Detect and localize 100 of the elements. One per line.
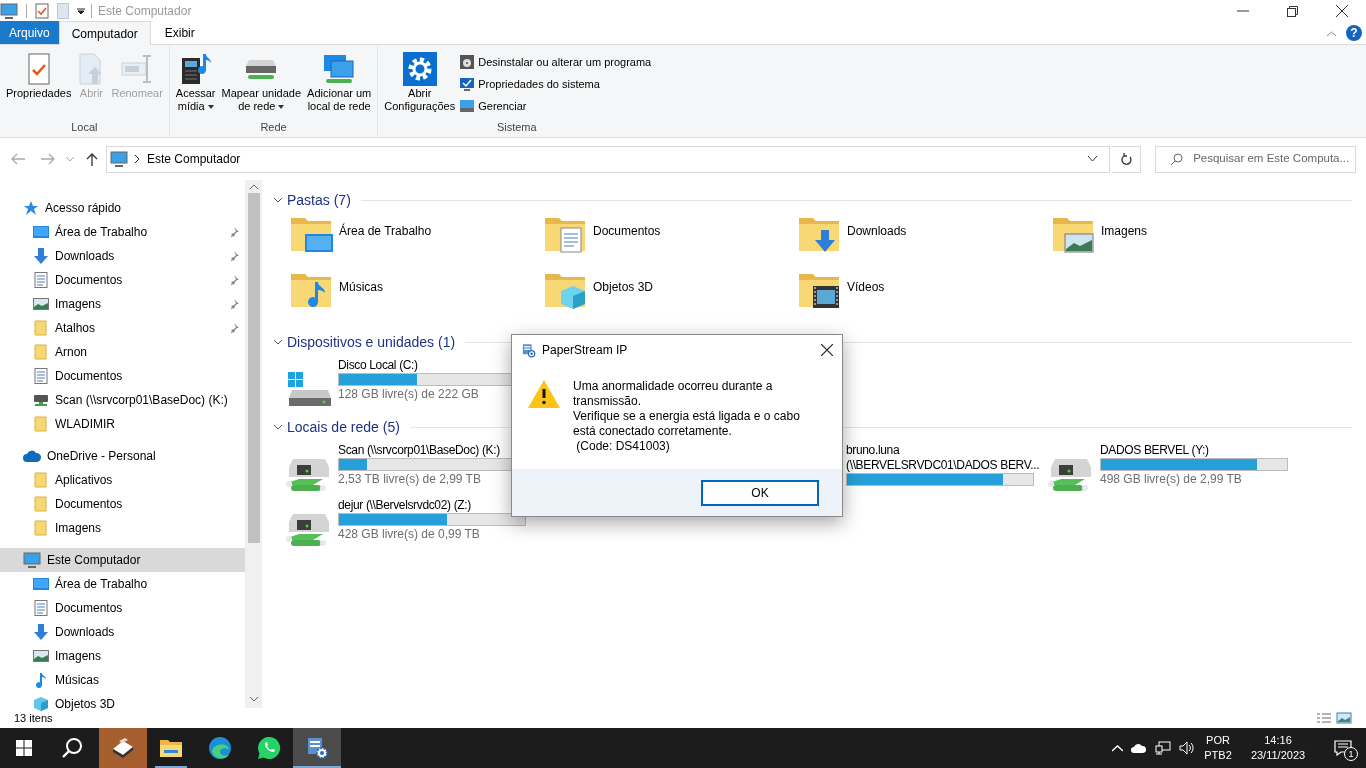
sidebar-item[interactable]: Scan (\\srvcorp01\BaseDoc) (K:) xyxy=(0,388,245,412)
download-arrow-icon xyxy=(33,624,49,640)
folder-name: Documentos xyxy=(593,223,661,240)
taskbar-app-button[interactable] xyxy=(99,728,147,768)
ribbon-tab[interactable]: Exibir xyxy=(150,21,209,44)
folder-name: Vídeos xyxy=(847,279,885,296)
sidebar-label: Imagens xyxy=(55,296,103,313)
sidebar-item[interactable]: Imagens xyxy=(0,516,245,540)
taskbar-app-button[interactable] xyxy=(293,728,341,768)
search-icon xyxy=(61,737,83,759)
sidebar-item[interactable]: Área de Trabalho xyxy=(0,220,245,244)
close-icon[interactable] xyxy=(821,344,833,356)
chevron-down-icon[interactable] xyxy=(273,422,283,432)
chevron-down-icon[interactable] xyxy=(273,337,283,347)
sidebar-label: Imagens xyxy=(55,648,103,665)
folder-tile[interactable]: Documentos xyxy=(539,212,793,268)
dropdown-chevron-icon[interactable] xyxy=(1088,156,1098,162)
drive-name: DADOS BERVEL (Y:) xyxy=(1100,443,1210,458)
sidebar-item[interactable]: Atalhos xyxy=(0,316,245,340)
sidebar-item[interactable]: Documentos xyxy=(0,364,245,388)
sidebar-item[interactable]: Downloads xyxy=(0,620,245,644)
ribbon-button[interactable]: Adicionar um local de rede xyxy=(305,51,374,117)
close-icon[interactable] xyxy=(1336,5,1348,17)
refresh-button[interactable] xyxy=(1112,145,1142,173)
file-menu-tab[interactable]: Arquivo xyxy=(0,21,59,44)
sidebar-item[interactable]: WLADIMIR xyxy=(0,412,245,436)
scroll-thumb[interactable] xyxy=(247,193,260,543)
sidebar-item[interactable]: Documentos xyxy=(0,596,245,620)
dialog-message: Uma anormalidade ocorreu durante a transmissão. xyxy=(573,379,774,409)
cloud-icon[interactable] xyxy=(1131,743,1147,753)
section-header[interactable]: Pastas (7) xyxy=(287,189,351,211)
drive-tile[interactable]: DADOS BERVEL (Y:) 498 GB livre(s) de 2,99 TB xyxy=(1047,443,1301,498)
folder-name: Objetos 3D xyxy=(593,279,654,296)
ribbon-button[interactable]: Acessar mídia xyxy=(173,51,218,117)
sidebar-item[interactable]: Documentos xyxy=(0,268,245,292)
search-field[interactable]: Pesquisar em Este Computa... xyxy=(1155,145,1356,173)
speaker-icon[interactable] xyxy=(1179,741,1196,755)
sidebar-item[interactable]: Este Computador xyxy=(0,548,245,572)
section-header[interactable]: Dispositivos e unidades (1) xyxy=(287,331,456,353)
folder-tile[interactable]: Área de Trabalho xyxy=(285,212,539,268)
sidebar-label: Documentos xyxy=(55,368,124,385)
sidebar-item[interactable]: Aplicativos xyxy=(0,468,245,492)
refresh-icon xyxy=(1120,153,1132,165)
sidebar-item[interactable]: Área de Trabalho xyxy=(0,572,245,596)
folder-tile[interactable]: Músicas xyxy=(285,268,539,324)
sidebar-label: Documentos xyxy=(55,600,124,617)
ribbon-small-button[interactable]: Propriedades do sistema xyxy=(459,74,652,94)
address-bar[interactable]: Este Computador xyxy=(105,145,1111,173)
drive-free-space: 428 GB livre(s) de 0,99 TB xyxy=(338,526,481,543)
notification-button[interactable]: 1 xyxy=(1320,728,1366,768)
help-button[interactable]: ? xyxy=(1346,25,1362,41)
ribbon-small-button[interactable]: Desinstalar ou alterar um programa xyxy=(459,52,652,72)
sidebar-label: Objetos 3D xyxy=(55,696,117,713)
sidebar-item[interactable]: Acesso rápido xyxy=(0,196,245,220)
checked-document-icon[interactable] xyxy=(35,3,49,19)
large-icons-view-icon[interactable] xyxy=(1336,712,1352,724)
ribbon-button[interactable]: Propriedades xyxy=(4,51,74,117)
chat-phone-icon xyxy=(257,736,281,760)
sidebar-item[interactable]: OneDrive - Personal xyxy=(0,444,245,468)
sidebar-item[interactable]: Músicas xyxy=(0,668,245,692)
language-indicator[interactable]: POR PTB2 xyxy=(1200,728,1236,768)
drive-free-space: 2,53 TB livre(s) de 2,99 TB xyxy=(338,471,482,488)
sidebar-label: Arnon xyxy=(55,344,89,361)
disc-box-icon xyxy=(459,54,476,70)
ribbon-small-button[interactable]: Gerenciar xyxy=(459,96,652,116)
ribbon-button[interactable]: Abrir Configurações xyxy=(382,51,458,117)
desktop-icon xyxy=(33,224,49,240)
dropdown-caret-icon[interactable] xyxy=(77,7,85,15)
sidebar-item[interactable]: Imagens xyxy=(0,292,245,316)
sidebar-item[interactable]: Arnon xyxy=(0,340,245,364)
folder-icon xyxy=(33,416,49,432)
chevron-right-icon xyxy=(134,155,140,163)
chevron-down-icon[interactable] xyxy=(273,195,283,205)
item-count: 13 itens xyxy=(14,710,53,726)
ribbon-tab[interactable]: Computador xyxy=(58,21,151,45)
document-icon xyxy=(33,600,49,616)
music-note-icon xyxy=(33,672,49,688)
folder-name: Imagens xyxy=(1101,223,1148,240)
section-header[interactable]: Locais de rede (5) xyxy=(287,416,400,438)
sidebar-item[interactable]: Downloads xyxy=(0,244,245,268)
ok-button[interactable]: OK xyxy=(701,479,819,506)
drive-tile[interactable]: dejur (\\Bervelsrvdc02) (Z:) 428 GB livre(s) de 0,99 TB xyxy=(285,498,539,553)
sidebar-item[interactable]: Imagens xyxy=(0,644,245,668)
sidebar-item[interactable]: Documentos xyxy=(0,492,245,516)
folder-tile[interactable]: Downloads xyxy=(793,212,1047,268)
ribbon-button[interactable]: Mapear unidade de rede xyxy=(219,51,304,117)
scroll-down-icon[interactable] xyxy=(249,697,258,702)
folder-tile[interactable]: Vídeos xyxy=(793,268,1047,324)
folder-tile[interactable]: Imagens xyxy=(1047,212,1301,268)
show-hidden-icons-icon[interactable] xyxy=(1112,744,1123,752)
dropdown-caret-icon xyxy=(278,104,285,109)
restore-icon[interactable] xyxy=(1287,5,1298,17)
folder-tile[interactable]: Objetos 3D xyxy=(539,268,793,324)
scroll-up-icon[interactable] xyxy=(249,184,258,189)
clock[interactable]: 14:16 23/11/2023 xyxy=(1236,728,1320,768)
network-icon[interactable] xyxy=(1155,741,1171,755)
scrollbar[interactable] xyxy=(245,180,262,708)
collapse-ribbon-icon[interactable] xyxy=(1327,31,1336,37)
up-arrow-icon[interactable] xyxy=(85,152,98,166)
monitor-check-icon xyxy=(459,76,476,92)
